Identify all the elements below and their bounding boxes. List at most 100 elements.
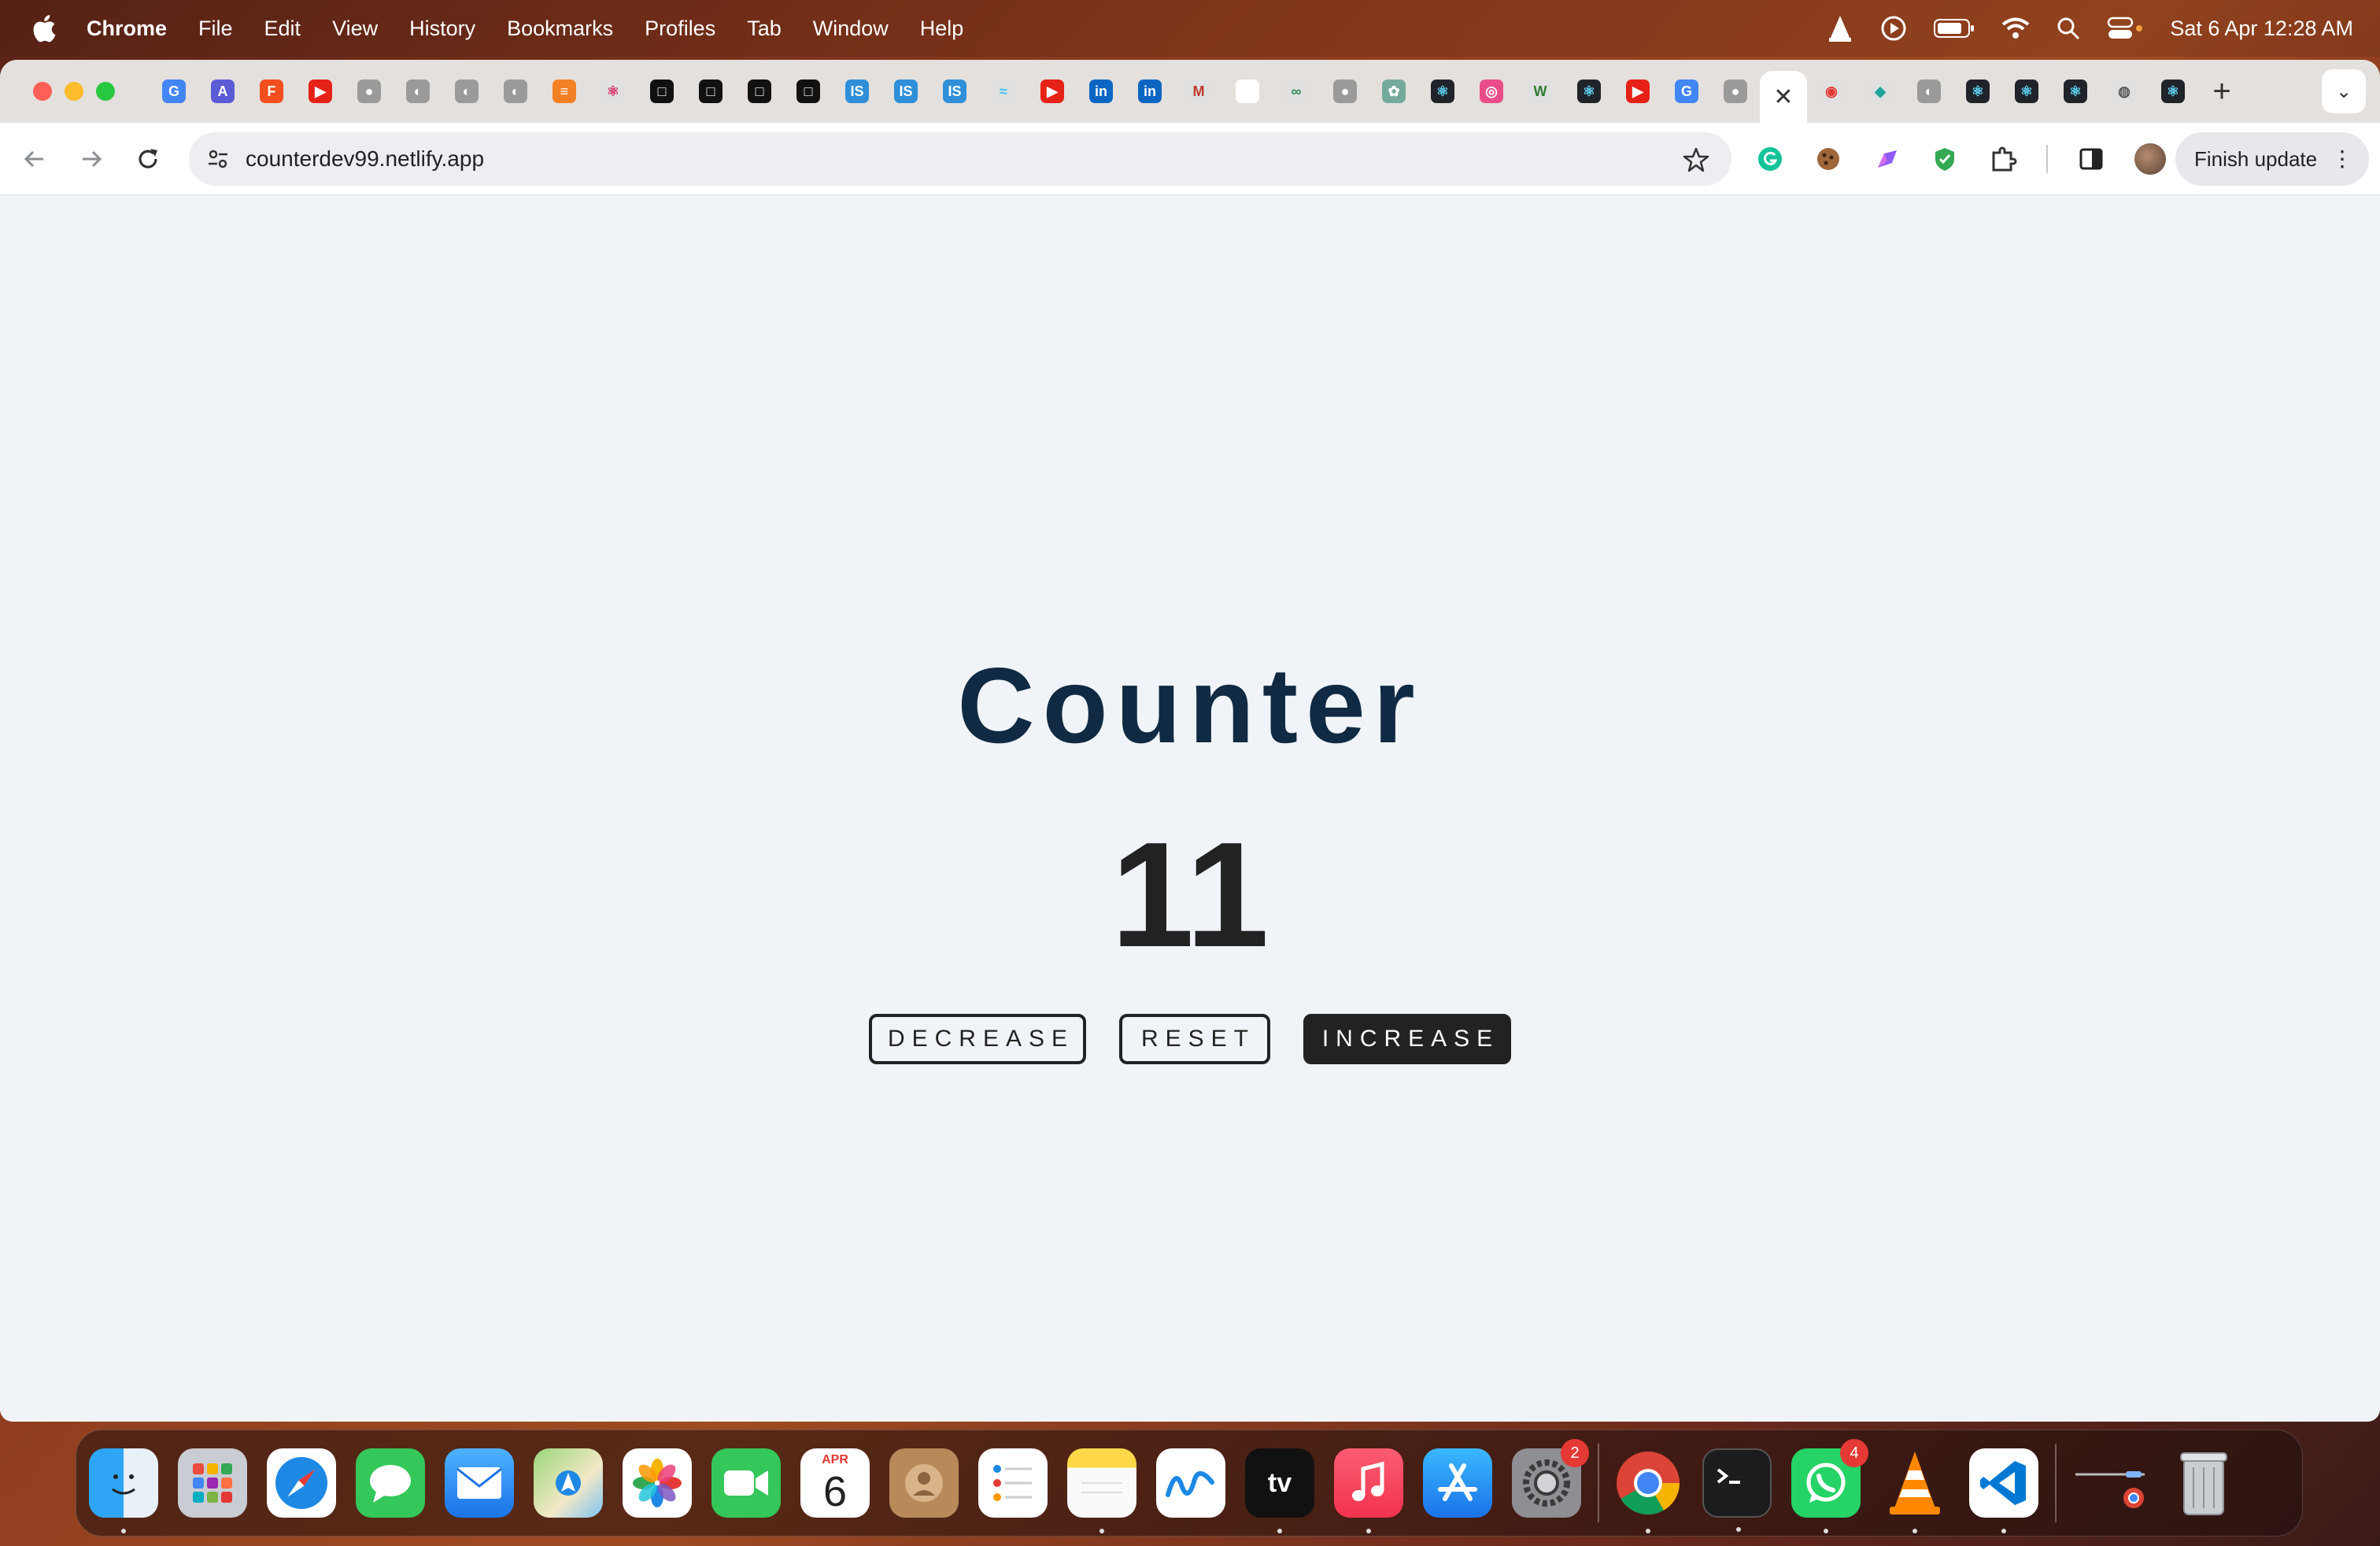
play-status-icon[interactable] <box>1880 15 1907 42</box>
finish-update-button[interactable]: Finish update ⋮ <box>2175 132 2369 186</box>
system-settings-icon[interactable]: 2 <box>1512 1439 1589 1518</box>
square-tab-icon[interactable]: □ <box>638 67 686 116</box>
menu-bookmarks[interactable]: Bookmarks <box>507 17 613 41</box>
increase-button[interactable]: INCREASE <box>1303 1014 1511 1064</box>
apple-logo-icon[interactable] <box>30 13 57 44</box>
trash-icon[interactable] <box>2169 1448 2238 1518</box>
react-tab-icon[interactable]: ⚛ <box>2149 67 2197 116</box>
reminders-icon[interactable] <box>978 1448 1048 1518</box>
globe-tab-icon[interactable]: ◐ <box>394 67 442 116</box>
is-tab-icon[interactable]: IS <box>833 67 881 116</box>
w-tab-icon[interactable]: W <box>1516 67 1565 116</box>
new-tab-button[interactable]: + <box>2197 67 2246 116</box>
github-tab-icon[interactable]: ● <box>1321 67 1369 116</box>
music-icon[interactable] <box>1334 1448 1403 1533</box>
color-picker-extension-icon[interactable] <box>1872 144 1901 174</box>
finder-icon[interactable] <box>89 1448 158 1533</box>
figma-tab-icon[interactable]: F <box>247 67 296 116</box>
react-tab-icon[interactable]: ⚛ <box>2051 67 2100 116</box>
github-tab-icon[interactable]: ● <box>1711 67 1760 116</box>
profile-avatar[interactable] <box>2134 143 2166 175</box>
menubar-clock[interactable]: Sat 6 Apr 12:28 AM <box>2170 17 2353 41</box>
youtube-tab-icon[interactable]: ▶ <box>296 67 345 116</box>
vscode-icon[interactable] <box>1969 1448 2038 1533</box>
globe-tab-icon[interactable]: ◐ <box>442 67 491 116</box>
menu-tab[interactable]: Tab <box>747 17 782 41</box>
google-tab-icon[interactable]: G <box>150 67 198 116</box>
maps-icon[interactable] <box>534 1448 603 1518</box>
side-panel-icon[interactable] <box>2076 144 2106 174</box>
youtube-tab-icon[interactable]: ▶ <box>1028 67 1077 116</box>
openai-tab-icon[interactable]: ✿ <box>1369 67 1418 116</box>
menu-view[interactable]: View <box>332 17 378 41</box>
menu-edit[interactable]: Edit <box>264 17 301 41</box>
site-info-icon[interactable] <box>206 147 230 171</box>
facetime-icon[interactable] <box>711 1448 781 1518</box>
linkedin-tab-icon[interactable]: in <box>1125 67 1174 116</box>
chrome-icon[interactable] <box>1613 1448 1683 1533</box>
arc-tab-icon[interactable]: A <box>198 67 247 116</box>
back-button[interactable] <box>6 131 63 187</box>
vlc-status-icon[interactable] <box>1827 14 1853 43</box>
infinity-tab-icon[interactable]: ∞ <box>1272 67 1321 116</box>
minimized-chrome-window-icon[interactable] <box>2071 1448 2149 1518</box>
shield-extension-icon[interactable] <box>1930 144 1960 174</box>
google-tab-icon[interactable]: G <box>1662 67 1711 116</box>
menu-file[interactable]: File <box>198 17 233 41</box>
tab-search-button[interactable]: ⌄ <box>2322 69 2366 113</box>
launchpad-icon[interactable] <box>178 1448 247 1518</box>
chrome-tab-icon[interactable]: ◍ <box>2100 67 2149 116</box>
contacts-icon[interactable] <box>889 1448 959 1518</box>
active-tab[interactable]: ✕ <box>1760 71 1807 123</box>
stackoverflow-tab-icon[interactable]: ≡ <box>540 67 589 116</box>
minimize-window-button[interactable] <box>65 82 83 101</box>
spotlight-search-icon[interactable] <box>2057 17 2080 40</box>
cookie-extension-icon[interactable] <box>1813 144 1843 174</box>
fullscreen-window-button[interactable] <box>96 82 115 101</box>
react-tab-icon[interactable]: ⚛ <box>1565 67 1613 116</box>
photos-icon[interactable] <box>623 1448 692 1518</box>
dribbble-tab-icon[interactable]: ◎ <box>1467 67 1516 116</box>
wifi-icon[interactable] <box>2001 17 2030 39</box>
apple-tv-icon[interactable]: tv <box>1245 1448 1314 1533</box>
decrease-button[interactable]: DECREASE <box>869 1014 1086 1064</box>
square-tab-icon[interactable]: □ <box>735 67 784 116</box>
mail-icon[interactable] <box>445 1448 514 1518</box>
square-tab-icon[interactable]: □ <box>784 67 833 116</box>
linkedin-tab-icon[interactable]: in <box>1077 67 1125 116</box>
menu-profiles[interactable]: Profiles <box>645 17 715 41</box>
react-tab-icon[interactable]: ⚛ <box>1953 67 2002 116</box>
menu-window[interactable]: Window <box>813 17 889 41</box>
control-center-icon[interactable] <box>2107 17 2143 40</box>
medium-tab-icon[interactable]: M <box>1174 67 1223 116</box>
is-tab-icon[interactable]: IS <box>881 67 930 116</box>
whatsapp-icon[interactable]: 4 <box>1791 1439 1868 1533</box>
bookmark-star-icon[interactable] <box>1683 146 1709 173</box>
globe-tab-icon[interactable]: ◐ <box>491 67 540 116</box>
is-tab-icon[interactable]: IS <box>930 67 979 116</box>
diamond-tab-icon[interactable]: ◆ <box>1856 67 1905 116</box>
battery-icon[interactable] <box>1934 18 1975 39</box>
url-text[interactable]: counterdev99.netlify.app <box>246 146 484 172</box>
react-tab-icon[interactable]: ⚛ <box>589 67 638 116</box>
freeform-icon[interactable] <box>1156 1448 1225 1518</box>
target-tab-icon[interactable]: ◉ <box>1807 67 1856 116</box>
blank-tab-icon[interactable] <box>1223 67 1272 116</box>
address-bar[interactable]: counterdev99.netlify.app <box>189 132 1731 186</box>
puzzle-extensions-icon[interactable] <box>1988 144 2018 174</box>
square-tab-icon[interactable]: □ <box>686 67 735 116</box>
tailwind-tab-icon[interactable]: ≈ <box>979 67 1028 116</box>
reset-button[interactable]: RESET <box>1119 1014 1270 1064</box>
safari-icon[interactable] <box>267 1448 336 1518</box>
calendar-icon[interactable]: APR 6 <box>800 1448 870 1518</box>
menu-help[interactable]: Help <box>920 17 964 41</box>
react-tab-icon[interactable]: ⚛ <box>1418 67 1467 116</box>
globe-tab-icon[interactable]: ◐ <box>1905 67 1953 116</box>
menu-history[interactable]: History <box>409 17 475 41</box>
vlc-icon[interactable] <box>1880 1448 1949 1533</box>
close-window-button[interactable] <box>33 82 52 101</box>
app-store-icon[interactable] <box>1423 1448 1492 1518</box>
react-tab-icon[interactable]: ⚛ <box>2002 67 2051 116</box>
terminal-icon[interactable] <box>1702 1448 1772 1532</box>
more-menu-icon[interactable]: ⋮ <box>2331 148 2353 170</box>
